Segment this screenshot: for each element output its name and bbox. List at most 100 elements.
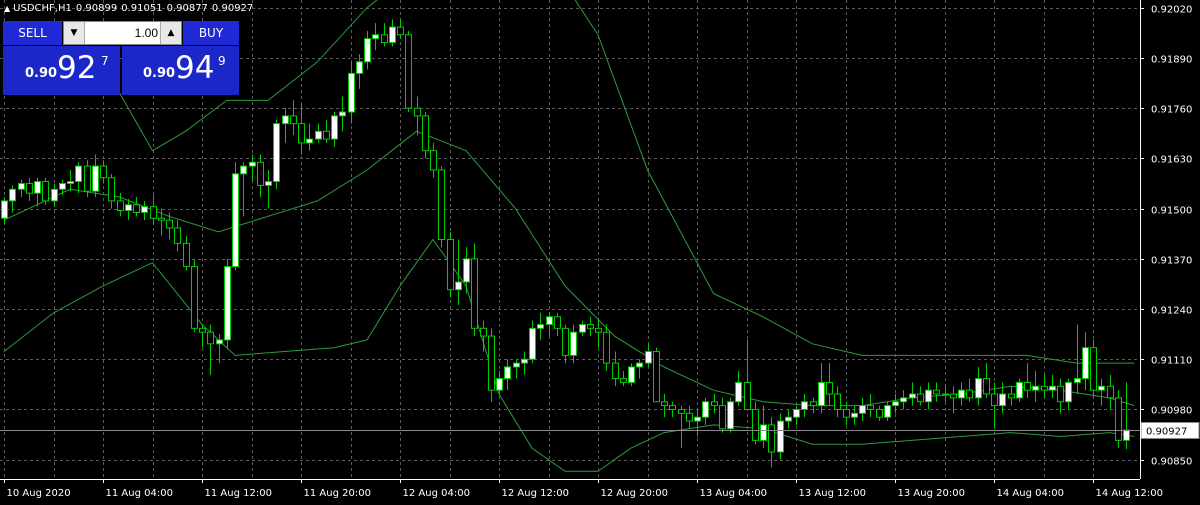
- candle-body-bear: [950, 393, 957, 399]
- candle-body-bear: [834, 393, 841, 410]
- candle-body-bull: [1016, 381, 1023, 399]
- candle-body-bull: [224, 266, 231, 341]
- candle-body-bear: [381, 34, 388, 43]
- sell-price-pipette: 7: [101, 54, 109, 68]
- candle-body-bear: [678, 408, 685, 414]
- y-tick-label: 0.91500: [1151, 206, 1192, 217]
- candle-body-bear: [323, 130, 330, 140]
- candle-body-bull: [75, 165, 82, 183]
- candle-body-bear: [826, 381, 833, 395]
- candle-body-bull: [306, 138, 313, 144]
- candle-body-bull: [1, 200, 8, 219]
- candle-body-bull: [999, 393, 1006, 407]
- candle: [84, 160, 91, 198]
- candle-body-bull: [1098, 385, 1105, 391]
- candle-body-bull: [496, 378, 503, 391]
- chevron-up-icon[interactable]: ▲: [160, 22, 181, 44]
- candle-body-bull: [364, 38, 371, 63]
- candle-body-bull: [900, 397, 907, 403]
- candle: [628, 363, 635, 387]
- chart-area[interactable]: 0.90927 0.92020 0.91890 0.91760 0.91630 0.91…: [0, 0, 1200, 501]
- candle-body-bull: [735, 381, 742, 403]
- candle-body-bull: [356, 61, 363, 74]
- open-price: 0.90899: [75, 3, 118, 14]
- x-tick-label: 12 Aug 12:00: [502, 488, 569, 499]
- candle-body-bear: [430, 150, 437, 171]
- candle-body-bull: [513, 362, 520, 368]
- candle-body-bull: [636, 362, 643, 368]
- candle-body-bear: [612, 362, 619, 380]
- candle-body-bear: [686, 412, 693, 422]
- candle-body-bull: [216, 339, 223, 345]
- symbol-name: USDCHF,H1: [13, 3, 72, 14]
- buy-button[interactable]: BUY: [183, 21, 239, 45]
- candle: [438, 166, 445, 248]
- y-tick-label: 0.91110: [1151, 356, 1192, 367]
- candle-body-bear: [108, 177, 115, 202]
- buy-price-button[interactable]: 0.90 94 9: [122, 46, 239, 95]
- chevron-down-icon[interactable]: ▼: [64, 22, 85, 44]
- y-tick-label: 0.91240: [1151, 306, 1192, 317]
- candle-body-bear: [298, 123, 305, 144]
- sell-price-button[interactable]: 0.90 92 7: [3, 46, 120, 95]
- candle-body-bear: [174, 227, 181, 244]
- candle-body-bear: [603, 331, 610, 364]
- high-price: 0.91051: [121, 3, 163, 14]
- candle-body-bull: [727, 401, 734, 430]
- candle: [653, 347, 660, 403]
- candle-body-bull: [282, 115, 289, 125]
- caret-up-icon: ▲: [4, 4, 11, 13]
- lot-size-stepper[interactable]: ▼ ▲: [63, 21, 182, 45]
- candle-body-bull: [59, 182, 66, 190]
- lot-size-input[interactable]: [86, 24, 158, 42]
- candle: [232, 162, 239, 271]
- candle: [42, 177, 49, 205]
- candle-body-bull: [801, 401, 808, 410]
- candle-body-bear: [447, 239, 454, 291]
- candle-body-bull: [628, 366, 635, 383]
- candle-body-bull: [34, 181, 41, 194]
- candle-body-bear: [397, 26, 404, 36]
- candle-body-bull: [249, 161, 256, 167]
- candle-body-bull: [521, 358, 528, 364]
- candle-body-bear: [100, 165, 107, 179]
- candle-body-bear: [554, 316, 561, 329]
- sell-price-big: 92: [57, 50, 97, 86]
- candle: [273, 119, 280, 190]
- candle-body-bear: [653, 351, 660, 403]
- candle-body-bull: [463, 258, 470, 283]
- y-tick-label: 0.92020: [1151, 5, 1192, 16]
- x-tick-label: 12 Aug 04:00: [403, 488, 470, 499]
- candle: [405, 30, 412, 113]
- candle-body-bull: [884, 405, 891, 418]
- candle-body-bear: [669, 405, 676, 410]
- candle-body-bull: [909, 393, 916, 399]
- one-click-trading-panel: SELL ▼ ▲ BUY 0.90 92 7 0.90 94 9: [3, 21, 239, 95]
- close-price: 0.90927: [211, 3, 254, 14]
- candle-body-bull: [851, 412, 858, 418]
- candle-body-bull: [92, 165, 99, 192]
- y-tick-label: 0.91760: [1151, 105, 1192, 116]
- y-tick-label: 0.91370: [1151, 256, 1192, 267]
- candle-body-bear: [768, 424, 775, 453]
- x-tick-label: 11 Aug 12:00: [205, 488, 272, 499]
- candle-body-bear: [661, 401, 668, 407]
- y-tick-label: 0.91890: [1151, 55, 1192, 66]
- candle-body-bear: [1008, 393, 1015, 399]
- candle-body-bear: [711, 401, 718, 407]
- x-tick-label: 10 Aug 2020: [7, 488, 71, 499]
- candle-body-bull: [9, 188, 16, 202]
- candle-body-bear: [207, 331, 214, 345]
- candle-body-bull: [273, 123, 280, 183]
- candle-body-bear: [983, 378, 990, 395]
- candle-body-bull: [331, 115, 338, 140]
- candle-body-bear: [1024, 381, 1031, 391]
- sell-button[interactable]: SELL: [3, 21, 62, 45]
- candle-body-bear: [991, 393, 998, 407]
- candle-body-bear: [1057, 385, 1064, 403]
- candle-body-bull: [125, 204, 132, 212]
- low-price: 0.90877: [166, 3, 208, 14]
- candle-body-bear: [562, 327, 569, 356]
- candle-body-bull: [942, 393, 949, 396]
- candle-body-bear: [84, 165, 91, 192]
